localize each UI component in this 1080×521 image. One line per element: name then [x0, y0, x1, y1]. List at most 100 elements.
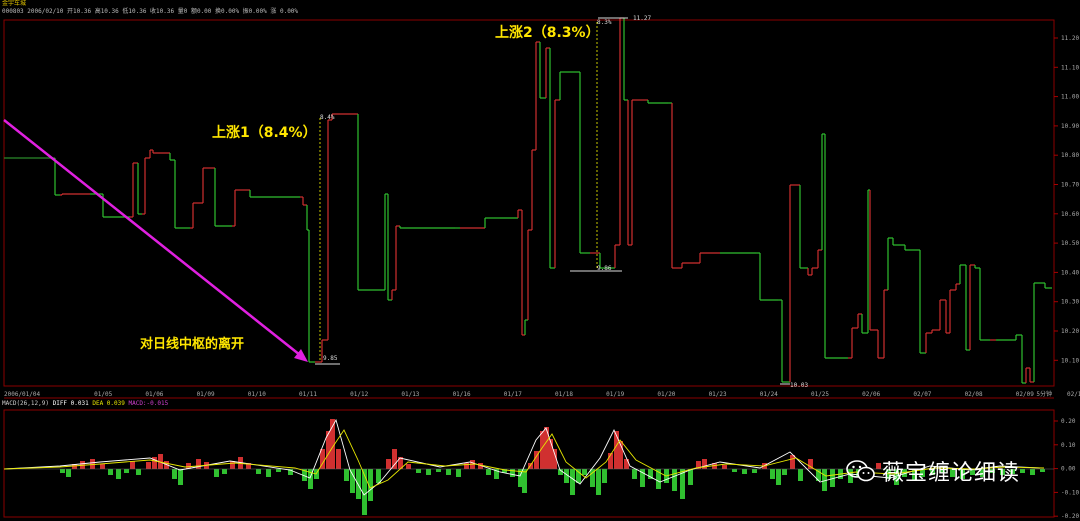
price-tick-label: 11.10 [1061, 64, 1079, 71]
annotation-leave-center: 对日线中枢的离开 [140, 337, 245, 352]
high-label: 11.27 [633, 15, 651, 22]
macd-bar [1040, 469, 1045, 472]
macd-bar [770, 469, 775, 479]
macd-bar [782, 469, 787, 475]
wechat-icon [846, 460, 875, 482]
macd-bar [790, 455, 795, 469]
date-label: 02/09 [1016, 391, 1034, 398]
date-label: 02/06 [862, 391, 880, 398]
macd-bar [798, 469, 803, 481]
macd-bar [570, 469, 575, 495]
price-series [4, 17, 1052, 384]
macd-bar [222, 469, 227, 474]
macd-params: MACD(26,12,9) [2, 400, 49, 407]
timeframe-label: 5分钟 [1036, 390, 1052, 398]
rise2-low-label: 9.86 [597, 265, 612, 272]
price-panel-border [3, 19, 1055, 387]
price-tick-label: 10.80 [1061, 152, 1079, 159]
macd-bar [60, 469, 65, 473]
macd-bar [632, 469, 637, 479]
price-tick-label: 10.40 [1061, 269, 1079, 276]
price-tick-label: 10.90 [1061, 123, 1079, 130]
date-label: 2006/01/04 [4, 391, 41, 398]
macd-bar [406, 464, 411, 469]
macd-tick-label: 0.10 [1061, 442, 1076, 449]
macd-tick-label: -0.10 [1061, 489, 1079, 496]
macd-value: MACD:-0.015 [128, 400, 169, 407]
macd-bar [742, 469, 747, 474]
macd-diff-value: DIFF 0.031 [52, 400, 89, 407]
macd-bar [446, 469, 451, 475]
date-label: 01/25 [811, 391, 829, 398]
annotation-rise-1: 上涨1（8.4%） [212, 125, 317, 141]
date-label: 01/12 [350, 391, 368, 398]
stock-name: 金宇车城 [2, 0, 27, 7]
macd-bar [582, 469, 587, 475]
macd-bar [426, 469, 431, 475]
date-label: 01/10 [248, 391, 266, 398]
rise1-low-label: 9.85 [323, 355, 338, 362]
macd-bar [172, 469, 177, 479]
price-tick-label: 10.70 [1061, 182, 1079, 189]
rise1-pct-label: 8.4% [320, 114, 335, 121]
macd-bar [776, 469, 781, 485]
date-label: 01/06 [145, 391, 163, 398]
price-tick-label: 10.60 [1061, 211, 1079, 218]
macd-bar [66, 469, 71, 477]
macd-bar [100, 464, 105, 469]
ohlc-info-line: 000803 2006/02/10 开10.36 高10.36 低10.36 收… [2, 8, 299, 15]
macd-bar [624, 459, 629, 469]
date-label: 01/17 [504, 391, 522, 398]
price-tick-label: 11.00 [1061, 94, 1079, 101]
macd-bar [108, 469, 113, 475]
macd-bar [456, 469, 461, 477]
date-label: 01/24 [760, 391, 778, 398]
macd-bar [336, 449, 341, 469]
date-label: 01/16 [453, 391, 471, 398]
price-tick-label: 11.20 [1061, 35, 1079, 42]
macd-bar [464, 463, 469, 469]
macd-indicator-label: MACD(26,12,9) DIFF 0.031 DEA 0.039 MACD:… [2, 400, 168, 407]
date-label: 01/05 [94, 391, 112, 398]
macd-bar [416, 469, 421, 473]
macd-bar [486, 469, 491, 475]
macd-bar [1030, 469, 1035, 475]
macd-bar [116, 469, 121, 479]
macd-dea-value: DEA 0.039 [92, 400, 125, 407]
macd-bar [596, 469, 601, 495]
date-label: 02/08 [965, 391, 983, 398]
macd-bar [230, 461, 235, 469]
macd-bar [752, 469, 757, 473]
annotation-rise-2: 上涨2（8.3%） [495, 25, 600, 41]
macd-bar [376, 469, 381, 483]
macd-bar [196, 459, 201, 469]
date-label: 01/09 [197, 391, 215, 398]
date-label: 01/23 [709, 391, 727, 398]
macd-bar [602, 469, 607, 483]
chart-canvas: 11.20 11.10 11.00 10.90 10.80 10.70 10.60 10.50… [3, 15, 1080, 520]
macd-bar [1020, 469, 1025, 473]
date-label: 01/19 [606, 391, 624, 398]
macd-bar [386, 459, 391, 469]
macd-bar [722, 465, 727, 469]
macd-bar [436, 469, 441, 472]
price-tick-label: 10.20 [1061, 328, 1079, 335]
macd-tick-label: -0.20 [1061, 513, 1079, 520]
date-label: 01/13 [401, 391, 419, 398]
price-tick-label: 10.10 [1061, 357, 1079, 364]
macd-bar [256, 469, 261, 474]
price-tick-label: 10.50 [1061, 240, 1079, 247]
low-label: 10.03 [790, 382, 808, 389]
price-tick-label: 10.30 [1061, 299, 1079, 306]
macd-bar [344, 469, 349, 481]
date-label: 01/11 [299, 391, 317, 398]
trend-arrow-shaft [3, 119, 301, 356]
macd-bar [276, 469, 281, 472]
macd-tick-label: 0.20 [1061, 418, 1076, 425]
date-label: 02/10 [1067, 391, 1080, 398]
macd-bar [124, 469, 129, 473]
macd-bar [266, 469, 271, 477]
macd-bar [350, 469, 355, 493]
watermark: 薇宝缠论细读 [846, 455, 1020, 487]
macd-bar [732, 469, 737, 472]
